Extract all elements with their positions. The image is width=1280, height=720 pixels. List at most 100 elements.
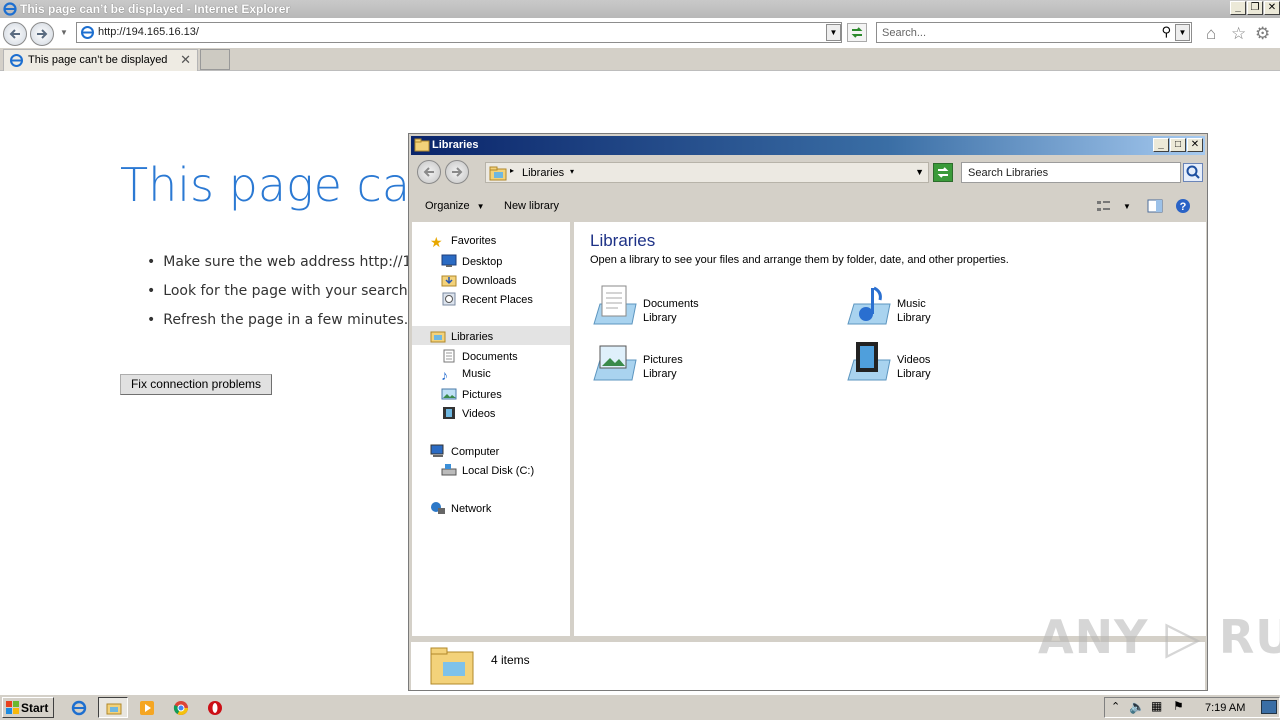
- explorer-forward-button[interactable]: [445, 160, 469, 184]
- search-dropdown-icon[interactable]: ▼: [1175, 24, 1190, 41]
- explorer-title-bar: Libraries _ □ ✕: [411, 136, 1205, 155]
- explorer-address-bar[interactable]: ▸ Libraries ▾ ▼: [485, 162, 929, 183]
- arrow-right-icon: [452, 167, 463, 177]
- explorer-maximize-button[interactable]: □: [1170, 138, 1186, 152]
- explorer-command-bar: Organize ▼ New library ▼ ?: [411, 192, 1205, 220]
- compatibility-refresh-button[interactable]: [847, 23, 867, 42]
- nav-downloads-label: Downloads: [462, 275, 517, 287]
- refresh-arrows-icon: [851, 27, 863, 38]
- nav-music[interactable]: ♪ Music: [441, 368, 491, 383]
- opera-icon: [208, 701, 222, 715]
- library-music[interactable]: Music Library: [844, 284, 1084, 334]
- explorer-refresh-button[interactable]: [933, 163, 953, 182]
- ie-search-box[interactable]: Search... ⚲: [876, 22, 1192, 43]
- library-name: Documents: [643, 298, 699, 310]
- nav-documents[interactable]: Documents: [441, 349, 518, 363]
- minimize-button[interactable]: _: [1230, 1, 1246, 15]
- taskbar-chrome-button[interactable]: [166, 697, 196, 718]
- taskbar-ie-button[interactable]: [64, 697, 94, 718]
- fix-connection-button[interactable]: Fix connection problems: [120, 374, 272, 395]
- nav-documents-label: Documents: [462, 351, 518, 363]
- library-name: Videos: [897, 354, 931, 366]
- refresh-arrows-icon: [937, 167, 949, 178]
- taskbar-opera-button[interactable]: [200, 697, 230, 718]
- favorites-star-icon[interactable]: ☆: [1231, 24, 1246, 44]
- ie-icon: [71, 700, 87, 716]
- library-kind: Library: [643, 312, 677, 324]
- action-center-flag-icon[interactable]: ⚑: [1173, 699, 1184, 713]
- new-library-button[interactable]: New library: [504, 200, 559, 212]
- documents-icon: [443, 349, 455, 363]
- breadcrumb-libraries[interactable]: Libraries: [522, 167, 564, 179]
- explorer-minimize-button[interactable]: _: [1153, 138, 1169, 152]
- error-page-title: This page can: [120, 158, 440, 212]
- taskbar-explorer-button[interactable]: [98, 697, 128, 718]
- start-button[interactable]: Start: [2, 697, 54, 718]
- new-tab-button[interactable]: [200, 49, 230, 70]
- nav-computer[interactable]: Computer: [430, 444, 499, 458]
- nav-downloads[interactable]: Downloads: [441, 273, 516, 287]
- nav-music-label: Music: [462, 368, 491, 380]
- library-name: Pictures: [643, 354, 683, 366]
- nav-local-disk[interactable]: Local Disk (C:): [441, 463, 534, 477]
- tab-close-icon[interactable]: ✕: [180, 52, 191, 68]
- explorer-back-button[interactable]: [417, 160, 441, 184]
- back-button[interactable]: [3, 22, 27, 46]
- nav-pictures[interactable]: Pictures: [441, 387, 502, 401]
- restore-button[interactable]: ❐: [1247, 1, 1263, 15]
- explorer-close-button[interactable]: ✕: [1187, 138, 1203, 152]
- address-text[interactable]: http://194.165.16.13/: [98, 26, 199, 38]
- nav-desktop[interactable]: Desktop: [441, 254, 502, 268]
- change-view-icon[interactable]: [1095, 198, 1111, 214]
- close-button[interactable]: ✕: [1264, 1, 1280, 15]
- ie-tab-active[interactable]: This page can’t be displayed ✕: [3, 49, 198, 71]
- desktop-icon: [441, 254, 457, 267]
- volume-icon[interactable]: 🔈: [1129, 699, 1145, 715]
- nav-recent-places[interactable]: Recent Places: [441, 292, 533, 306]
- library-videos[interactable]: Videos Library: [844, 340, 1084, 390]
- chevron-down-icon: ▼: [476, 202, 485, 211]
- address-bar[interactable]: http://194.165.16.13/: [76, 22, 842, 43]
- recent-places-icon: [442, 292, 456, 306]
- nav-network[interactable]: Network: [430, 501, 491, 515]
- history-dropdown-icon[interactable]: ▼: [60, 28, 68, 37]
- taskbar-media-player-button[interactable]: [132, 697, 162, 718]
- pictures-library-icon: [593, 345, 637, 381]
- breadcrumb-separator-icon[interactable]: ▸: [510, 166, 514, 175]
- preview-pane-icon[interactable]: [1147, 198, 1163, 214]
- home-icon[interactable]: ⌂: [1206, 24, 1216, 44]
- help-icon[interactable]: ?: [1175, 198, 1191, 214]
- explorer-search-box[interactable]: Search Libraries: [961, 162, 1181, 183]
- local-disk-icon: [441, 464, 457, 476]
- show-hidden-icons-icon[interactable]: ⌃: [1111, 700, 1120, 713]
- search-icon: [1186, 165, 1200, 179]
- search-icon[interactable]: ⚲: [1161, 24, 1171, 40]
- nav-videos[interactable]: Videos: [441, 406, 495, 420]
- windows-logo-icon: [6, 701, 19, 714]
- libraries-folder-icon: [414, 138, 430, 152]
- star-icon: ★: [430, 234, 443, 250]
- forward-button[interactable]: [30, 22, 54, 46]
- nav-recent-places-label: Recent Places: [462, 294, 533, 306]
- breadcrumb-dropdown-icon[interactable]: ▾: [570, 167, 574, 176]
- item-count: 4 items: [491, 653, 530, 667]
- library-pictures[interactable]: Pictures Library: [590, 340, 830, 390]
- music-note-icon: ♪: [441, 367, 448, 383]
- library-documents[interactable]: Documents Library: [590, 284, 830, 334]
- address-history-dropdown-icon[interactable]: ▼: [915, 167, 924, 177]
- nav-desktop-label: Desktop: [462, 256, 503, 268]
- tools-gear-icon[interactable]: ⚙: [1255, 24, 1270, 44]
- nav-libraries[interactable]: Libraries: [412, 326, 570, 345]
- organize-menu-button[interactable]: Organize ▼: [425, 200, 485, 212]
- address-dropdown-icon[interactable]: ▼: [826, 24, 841, 41]
- ie-window-title: This page can’t be displayed - Internet …: [20, 2, 291, 16]
- view-options-dropdown-icon[interactable]: ▼: [1123, 202, 1131, 211]
- show-desktop-icon[interactable]: [1261, 700, 1277, 714]
- downloads-folder-icon: [441, 275, 457, 287]
- ie-search-placeholder: Search...: [882, 27, 927, 39]
- nav-favorites[interactable]: ★ Favorites: [430, 235, 496, 250]
- network-status-icon[interactable]: ▦: [1151, 699, 1162, 713]
- clock[interactable]: 7:19 AM: [1205, 702, 1245, 714]
- explorer-search-button[interactable]: [1183, 163, 1203, 182]
- nav-libraries-label: Libraries: [451, 331, 494, 343]
